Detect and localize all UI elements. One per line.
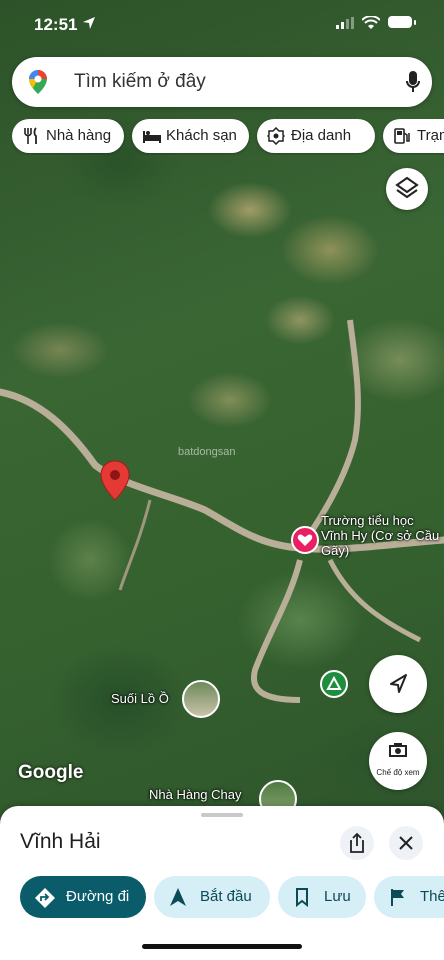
flag-icon xyxy=(391,889,404,906)
chip-landmarks[interactable]: Địa danh xyxy=(257,119,375,153)
start-button[interactable]: Bắt đầu xyxy=(154,876,270,918)
watermark: batdongsan xyxy=(178,446,236,458)
status-bar: 12:51 xyxy=(0,0,444,50)
street-view-icon xyxy=(389,743,407,757)
location-arrow-icon xyxy=(83,17,95,29)
home-indicator xyxy=(142,944,302,949)
google-logo: Google xyxy=(18,762,84,783)
directions-icon xyxy=(35,888,55,908)
bed-icon xyxy=(143,131,161,143)
bookmark-icon xyxy=(296,888,308,907)
start-label: Bắt đầu xyxy=(200,888,252,905)
google-maps-logo-icon xyxy=(29,70,47,94)
chip-label: Địa danh xyxy=(291,127,352,144)
place-title: Vĩnh Hải xyxy=(20,830,101,853)
fuel-pump-icon xyxy=(394,128,410,144)
navigation-arrow-icon xyxy=(170,888,186,906)
chip-stations[interactable]: Trạm xyxy=(383,119,444,153)
chip-hotels[interactable]: Khách sạn xyxy=(132,119,249,153)
chip-label: Nhà hàng xyxy=(46,127,112,144)
search-bar[interactable]: Tìm kiếm ở đây xyxy=(12,57,432,107)
wifi-icon xyxy=(362,16,380,29)
my-location-button[interactable] xyxy=(369,655,427,713)
street-view-button[interactable]: Chế độ xem xyxy=(369,732,427,790)
place-sheet[interactable]: Vĩnh Hải Đường đi Bắt đầu Lưu Thê xyxy=(0,806,444,960)
stream-label[interactable]: Suối Lồ Ồ xyxy=(111,691,169,706)
share-icon xyxy=(350,832,364,853)
add-label-text: Thê xyxy=(420,888,444,905)
restaurant-label[interactable]: Nhà Hàng Chay xyxy=(149,787,242,802)
park-icon[interactable] xyxy=(320,670,348,698)
save-button[interactable]: Lưu xyxy=(278,876,366,918)
category-chips: Nhà hàng Khách sạn Địa danh Trạm xyxy=(12,119,444,155)
school-heart-icon[interactable] xyxy=(291,526,319,554)
save-label: Lưu xyxy=(324,888,351,905)
chip-label: Trạm xyxy=(417,127,444,144)
battery-icon xyxy=(388,16,416,28)
landmark-icon xyxy=(267,127,285,145)
navigation-arrow-icon xyxy=(390,674,407,693)
location-pin-icon[interactable] xyxy=(100,460,130,502)
microphone-icon[interactable] xyxy=(406,70,420,94)
cellular-signal-icon xyxy=(336,17,354,29)
status-time: 12:51 xyxy=(34,15,78,34)
drag-handle[interactable] xyxy=(201,813,243,817)
street-view-caption: Chế độ xem xyxy=(376,768,420,777)
stream-photo-thumbnail[interactable] xyxy=(182,680,220,718)
close-button[interactable] xyxy=(389,826,423,860)
chip-label: Khách sạn xyxy=(166,127,237,144)
share-button[interactable] xyxy=(340,826,374,860)
directions-label: Đường đi xyxy=(66,888,130,905)
directions-button[interactable]: Đường đi xyxy=(20,876,146,918)
map-layers-button[interactable] xyxy=(386,168,428,210)
chip-restaurants[interactable]: Nhà hàng xyxy=(12,119,124,153)
search-input[interactable]: Tìm kiếm ở đây xyxy=(74,71,206,93)
fork-knife-icon xyxy=(24,127,37,144)
layers-icon xyxy=(395,176,419,199)
add-label-button[interactable]: Thê xyxy=(374,876,444,918)
school-label[interactable]: Trường tiểu học Vĩnh Hy (Cơ sở Cầu Gãy) xyxy=(321,513,441,558)
close-icon xyxy=(399,836,413,850)
